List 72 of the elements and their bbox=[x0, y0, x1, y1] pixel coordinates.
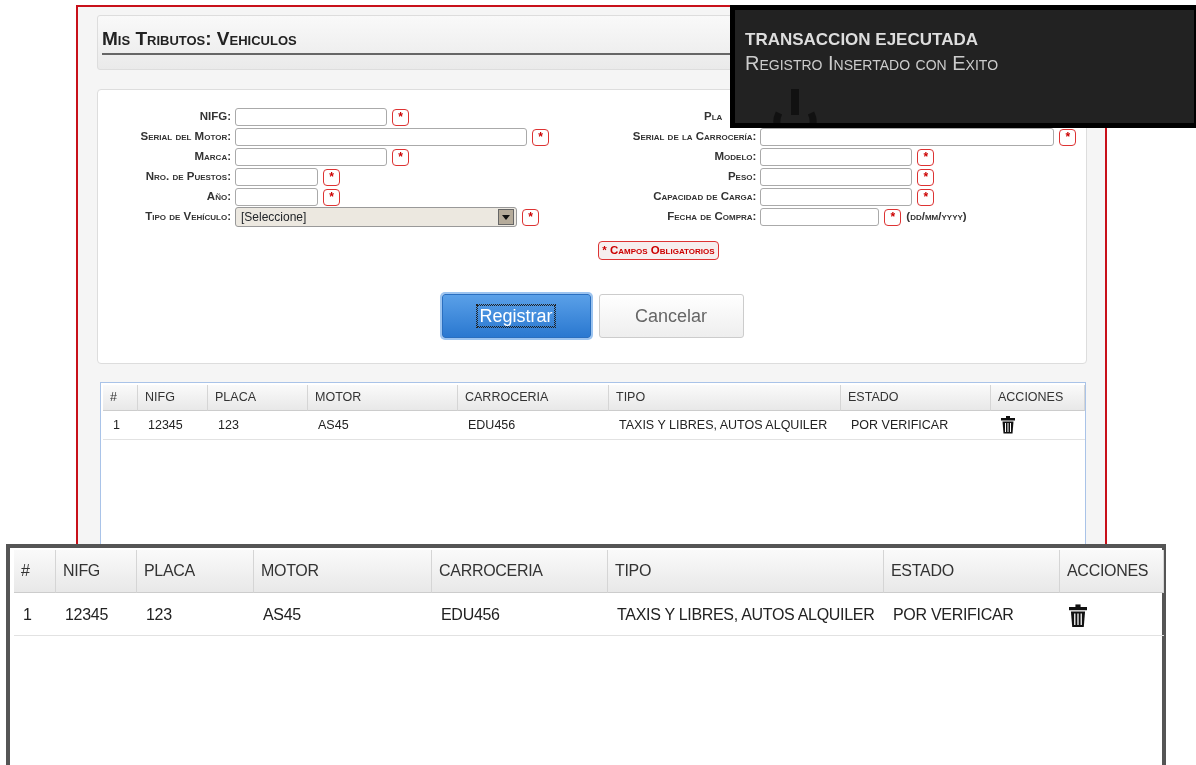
input-field[interactable] bbox=[235, 108, 387, 126]
required-mark: * bbox=[532, 128, 549, 146]
input-field[interactable] bbox=[235, 188, 318, 206]
field-label: Serial de la Carrocería: bbox=[631, 129, 757, 145]
register-button[interactable]: Registrar bbox=[441, 294, 591, 339]
table-cell: 12345 bbox=[65, 606, 108, 623]
required-mark: * bbox=[323, 188, 340, 206]
cancel-button[interactable]: Cancelar bbox=[598, 294, 744, 339]
column-header: PLACA bbox=[137, 550, 254, 593]
table-cell: TAXIS Y LIBRES, AUTOS ALQUILER bbox=[619, 417, 828, 432]
field-label: Capacidad de Carga: bbox=[652, 189, 757, 205]
required-mark: * bbox=[522, 208, 539, 226]
column-header: ESTADO bbox=[884, 550, 1060, 593]
table-cell: TAXIS Y LIBRES, AUTOS ALQUILER bbox=[617, 606, 875, 623]
required-fields-note: * Campos Obligatorios bbox=[598, 241, 719, 261]
table-cell: EDU456 bbox=[441, 606, 500, 623]
column-header: CARROCERIA bbox=[432, 550, 608, 593]
column-header: TIPO bbox=[609, 385, 841, 411]
field-label: Nro. de Puestos: bbox=[144, 169, 231, 185]
field-label: Peso: bbox=[726, 169, 757, 185]
field-label: Fecha de Compra: bbox=[666, 209, 757, 225]
column-header: ACCIONES bbox=[1060, 550, 1164, 593]
required-mark: * bbox=[917, 148, 935, 166]
table-cell: 123 bbox=[218, 417, 239, 432]
required-mark: * bbox=[1059, 128, 1077, 146]
table-cell: 1 bbox=[113, 417, 120, 432]
table-cell: AS45 bbox=[263, 606, 301, 623]
field-label: Serial del Motor: bbox=[139, 129, 231, 145]
trash-icon[interactable] bbox=[1069, 603, 1087, 628]
date-format-hint: (dd/mm/yyyy) bbox=[906, 209, 967, 225]
field-label: Tipo de Vehículo: bbox=[144, 209, 231, 225]
trash-icon[interactable] bbox=[1001, 416, 1015, 435]
table-cell: 12345 bbox=[148, 417, 183, 432]
field-label: Marca: bbox=[193, 149, 231, 165]
field-label: Modelo: bbox=[713, 149, 757, 165]
input-field[interactable] bbox=[235, 128, 527, 146]
column-header: ACCIONES bbox=[991, 385, 1085, 411]
column-header: TIPO bbox=[608, 550, 884, 593]
column-header: # bbox=[103, 385, 138, 411]
vehicle-type-select[interactable]: [Seleccione] bbox=[235, 207, 517, 227]
table-cell: EDU456 bbox=[468, 417, 516, 432]
column-header: MOTOR bbox=[254, 550, 432, 593]
field-label: Pla bbox=[703, 109, 724, 125]
required-mark: * bbox=[917, 168, 935, 186]
column-header: MOTOR bbox=[308, 385, 458, 411]
column-header: NIFG bbox=[138, 385, 208, 411]
input-field[interactable] bbox=[235, 168, 318, 186]
table-cell: AS45 bbox=[318, 417, 349, 432]
input-field[interactable] bbox=[760, 208, 880, 226]
required-mark: * bbox=[392, 108, 409, 126]
table-cell: POR VERIFICAR bbox=[893, 606, 1014, 623]
caret-icon bbox=[498, 209, 514, 225]
input-field[interactable] bbox=[760, 148, 913, 166]
table-cell: POR VERIFICAR bbox=[851, 417, 949, 432]
input-field[interactable] bbox=[760, 168, 913, 186]
column-header: ESTADO bbox=[841, 385, 991, 411]
column-header: CARROCERIA bbox=[458, 385, 609, 411]
input-field[interactable] bbox=[760, 128, 1055, 146]
table-cell: 123 bbox=[146, 606, 172, 623]
column-header: PLACA bbox=[208, 385, 308, 411]
required-mark: * bbox=[392, 148, 409, 166]
input-field[interactable] bbox=[760, 188, 913, 206]
toast-title: TRANSACCION EJECUTADA bbox=[745, 30, 979, 51]
required-mark: * bbox=[884, 208, 902, 226]
input-field[interactable] bbox=[235, 148, 387, 166]
required-mark: * bbox=[323, 168, 340, 186]
column-header: # bbox=[14, 550, 56, 593]
column-header: NIFG bbox=[56, 550, 137, 593]
required-mark: * bbox=[917, 188, 935, 206]
table-cell: 1 bbox=[23, 606, 32, 623]
field-label: NIFG: bbox=[198, 109, 231, 125]
field-label: Año: bbox=[205, 189, 231, 205]
